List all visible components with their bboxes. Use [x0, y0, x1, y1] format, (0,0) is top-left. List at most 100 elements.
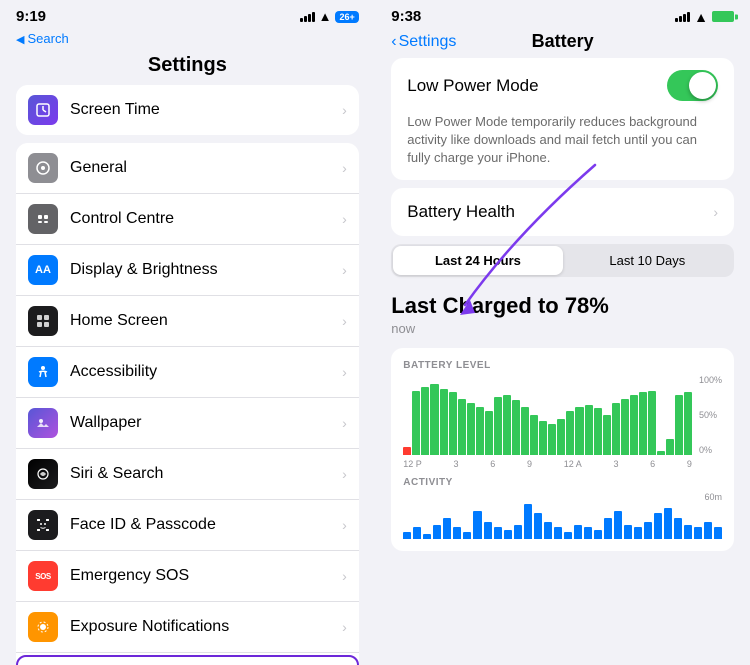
y-label-100: 100% [699, 375, 722, 385]
activity-bar [504, 530, 512, 538]
battery-bars [403, 375, 692, 455]
wifi-icon: ▲ [319, 9, 332, 24]
x-label: 12 A [564, 459, 582, 469]
back-button[interactable]: ‹ Settings [391, 33, 456, 51]
low-power-description: Low Power Mode temporarily reduces backg… [391, 113, 734, 180]
battery-bar [594, 408, 602, 454]
activity-bar [433, 525, 441, 539]
x-label: 12 P [403, 459, 422, 469]
x-label: 9 [687, 459, 692, 469]
activity-bar [574, 525, 582, 539]
left-status-bar: 9:19 ▲ 26+ [0, 0, 375, 29]
accessibility-label: Accessibility [70, 363, 342, 381]
home-label: Home Screen [70, 312, 342, 330]
battery-bar [575, 407, 583, 455]
right-status-bar: 9:38 ▲ [375, 0, 750, 29]
accessibility-icon [28, 357, 58, 387]
y-label-0: 0% [699, 445, 722, 455]
left-status-icons: ▲ 26+ [300, 9, 359, 24]
list-item-wallpaper[interactable]: Wallpaper › [16, 398, 359, 449]
activity-label: ACTIVITY [403, 477, 722, 488]
chevron-icon: › [342, 568, 347, 584]
charge-title: Last Charged to 78% [391, 293, 734, 319]
battery-bar [467, 403, 475, 455]
tab-24h[interactable]: Last 24 Hours [393, 246, 562, 275]
activity-bar [413, 527, 421, 538]
control-label: Control Centre [70, 210, 342, 228]
list-item-screen-time[interactable]: Screen Time › [16, 85, 359, 135]
list-item-accessibility[interactable]: Accessibility › [16, 347, 359, 398]
battery-health-card[interactable]: Battery Health › [391, 188, 734, 236]
chevron-icon: › [342, 102, 347, 118]
activity-bar [594, 530, 602, 538]
battery-detail-panel: 9:38 ▲ ‹ Settings Battery Low Power Mode [375, 0, 750, 665]
settings-list: Screen Time › General › Control Centre › [0, 85, 375, 665]
left-page-title: Settings [0, 50, 375, 85]
settings-section-main: General › Control Centre › AA Display & … [16, 143, 359, 665]
list-item-general[interactable]: General › [16, 143, 359, 194]
x-label: 6 [650, 459, 655, 469]
chevron-icon: › [342, 466, 347, 482]
battery-bar [657, 451, 665, 455]
battery-bar [585, 405, 593, 455]
battery-bar [412, 391, 420, 455]
chevron-icon: › [342, 415, 347, 431]
right-page-title: Battery [532, 31, 594, 52]
battery-bar [603, 415, 611, 455]
screen-time-icon [28, 95, 58, 125]
activity-bars [403, 504, 722, 539]
battery-chart-label: BATTERY LEVEL [403, 360, 722, 371]
activity-section: ACTIVITY 60m [403, 477, 722, 539]
x-axis-labels: 12 P36912 A369 [403, 459, 722, 469]
battery-bar [485, 411, 493, 455]
list-item-siri[interactable]: Siri & Search › [16, 449, 359, 500]
battery-bar [539, 421, 547, 455]
activity-bar [584, 527, 592, 538]
left-back-link[interactable]: Search [0, 29, 375, 50]
battery-health-label: Battery Health [407, 202, 713, 222]
battery-chart-area: 100% 50% 0% [403, 375, 722, 455]
battery-chart-section: BATTERY LEVEL 100% 50% 0% 12 P36912 A369… [391, 348, 734, 551]
time-tabs: Last 24 Hours Last 10 Days [391, 244, 734, 277]
wallpaper-label: Wallpaper [70, 414, 342, 432]
battery-health-chevron-icon: › [713, 204, 718, 220]
list-item-control[interactable]: Control Centre › [16, 194, 359, 245]
battery-bar [458, 399, 466, 455]
activity-bar [704, 522, 712, 539]
battery-health-row[interactable]: Battery Health › [391, 188, 734, 236]
charge-section: Last Charged to 78% now [391, 285, 734, 348]
activity-bar [604, 518, 612, 539]
right-signal-icon [675, 12, 690, 22]
display-icon: AA [28, 255, 58, 285]
activity-bar [644, 522, 652, 539]
faceid-icon [28, 510, 58, 540]
siri-label: Siri & Search [70, 465, 342, 483]
battery-bar [512, 400, 520, 454]
activity-bar [634, 527, 642, 538]
list-item-display[interactable]: AA Display & Brightness › [16, 245, 359, 296]
siri-icon [28, 459, 58, 489]
battery-bar [449, 392, 457, 454]
y-axis-labels: 100% 50% 0% [699, 375, 722, 455]
x-label: 9 [527, 459, 532, 469]
activity-bar [544, 522, 552, 539]
wallpaper-icon [28, 408, 58, 438]
tab-10d[interactable]: Last 10 Days [563, 246, 732, 275]
activity-bar [463, 532, 471, 539]
list-item-exposure[interactable]: Exposure Notifications › [16, 602, 359, 653]
list-item-faceid[interactable]: Face ID & Passcode › [16, 500, 359, 551]
x-label: 3 [613, 459, 618, 469]
right-wifi-icon: ▲ [694, 9, 708, 25]
low-power-toggle[interactable] [667, 70, 718, 101]
activity-bar [423, 534, 431, 538]
list-item-home[interactable]: Home Screen › [16, 296, 359, 347]
activity-bar [624, 525, 632, 539]
battery-bar [684, 392, 692, 454]
charge-subtitle: now [391, 321, 734, 336]
list-item-battery[interactable]: Battery › [16, 655, 359, 665]
battery-bar [675, 395, 683, 455]
activity-bar [514, 525, 522, 539]
list-item-sos[interactable]: SOS Emergency SOS › [16, 551, 359, 602]
battery-bar [503, 395, 511, 455]
chevron-icon: › [342, 262, 347, 278]
